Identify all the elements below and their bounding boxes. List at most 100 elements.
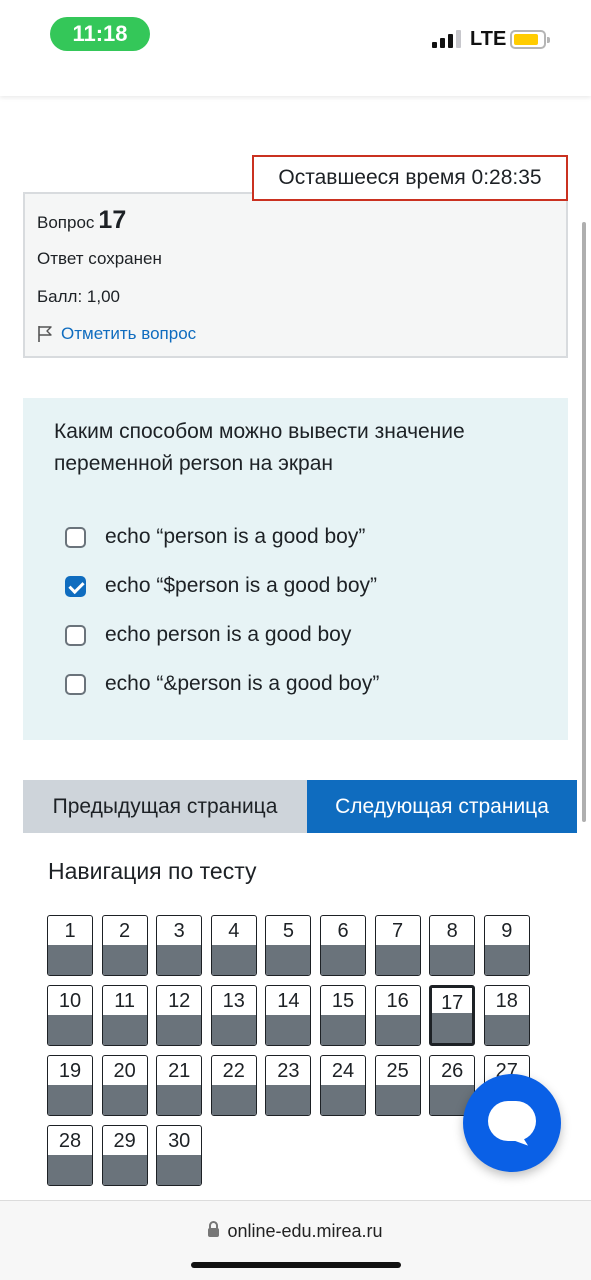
quiz-nav-number: 2 bbox=[119, 920, 131, 942]
quiz-nav-button-14[interactable]: 14 bbox=[265, 985, 312, 1046]
browser-url-bar[interactable]: online-edu.mirea.ru bbox=[0, 1200, 591, 1280]
answer-checkbox[interactable] bbox=[65, 624, 86, 646]
answer-label: echo “person is a good boy” bbox=[105, 525, 366, 548]
quiz-nav-number: 12 bbox=[168, 990, 191, 1012]
quiz-nav-button-12[interactable]: 12 bbox=[156, 985, 203, 1046]
quiz-nav-number: 4 bbox=[228, 920, 240, 942]
question-card: Каким способом можно вывести значение пе… bbox=[23, 398, 568, 740]
quiz-nav-button-21[interactable]: 21 bbox=[156, 1055, 203, 1116]
quiz-nav-number: 29 bbox=[113, 1130, 136, 1152]
answered-indicator bbox=[484, 945, 529, 975]
quiz-navigation-grid: 1 2 3 4 5 6 7 8 9 10 11 12 13 14 15 16 17 18 19 20 21 22 23 24 2… bbox=[47, 915, 537, 1186]
answer-option[interactable]: echo “$person is a good boy” bbox=[65, 571, 377, 601]
quiz-nav-number: 14 bbox=[277, 990, 300, 1012]
quiz-nav-button-18[interactable]: 18 bbox=[483, 985, 530, 1046]
quiz-nav-number: 11 bbox=[114, 990, 135, 1012]
quiz-nav-number: 13 bbox=[222, 990, 245, 1012]
answered-indicator bbox=[211, 945, 256, 975]
quiz-nav-button-28[interactable]: 28 bbox=[47, 1125, 93, 1186]
question-label-text: Вопрос bbox=[37, 213, 95, 232]
quiz-nav-number: 24 bbox=[331, 1060, 355, 1082]
quiz-nav-number: 30 bbox=[168, 1130, 191, 1152]
answered-indicator bbox=[432, 1013, 473, 1043]
signal-icon bbox=[432, 30, 462, 48]
quiz-nav-button-22[interactable]: 22 bbox=[210, 1055, 257, 1116]
quiz-nav-button-10[interactable]: 10 bbox=[47, 985, 93, 1046]
quiz-nav-button-8[interactable]: 8 bbox=[429, 915, 476, 976]
quiz-nav-button-29[interactable]: 29 bbox=[101, 1125, 148, 1186]
answer-option[interactable]: echo “person is a good boy” bbox=[65, 522, 365, 552]
quiz-nav-number: 3 bbox=[173, 920, 185, 942]
answered-indicator bbox=[211, 1085, 256, 1115]
answer-option[interactable]: echo person is a good boy bbox=[65, 620, 351, 650]
question-number: 17 bbox=[98, 206, 127, 234]
battery-icon bbox=[510, 30, 550, 49]
answer-option[interactable]: echo “&person is a good boy” bbox=[65, 669, 379, 699]
quiz-nav-button-30[interactable]: 30 bbox=[156, 1125, 203, 1186]
answer-label: echo “$person is a good boy” bbox=[105, 574, 378, 597]
quiz-nav-number: 9 bbox=[501, 920, 513, 942]
answered-indicator bbox=[321, 1015, 365, 1045]
answered-indicator bbox=[266, 1015, 311, 1045]
quiz-nav-button-1[interactable]: 1 bbox=[47, 915, 93, 976]
answer-checkbox-checked[interactable] bbox=[65, 575, 86, 597]
quiz-nav-number: 1 bbox=[64, 920, 76, 942]
quiz-nav-button-23[interactable]: 23 bbox=[265, 1055, 312, 1116]
answer-label: echo “&person is a good boy” bbox=[105, 672, 380, 695]
quiz-nav-number: 26 bbox=[441, 1060, 464, 1082]
quiz-nav-button-25[interactable]: 25 bbox=[374, 1055, 421, 1116]
answered-indicator bbox=[157, 1085, 202, 1115]
quiz-nav-number: 22 bbox=[222, 1060, 245, 1082]
quiz-nav-button-13[interactable]: 13 bbox=[210, 985, 257, 1046]
quiz-nav-button-16[interactable]: 16 bbox=[374, 985, 421, 1046]
flag-question-link[interactable]: Отметить вопрос bbox=[37, 324, 196, 344]
quiz-nav-number: 21 bbox=[168, 1060, 191, 1082]
quiz-nav-button-15[interactable]: 15 bbox=[320, 985, 366, 1046]
answered-indicator bbox=[48, 1085, 92, 1115]
answered-indicator bbox=[157, 1015, 202, 1045]
quiz-nav-number: 28 bbox=[58, 1130, 82, 1152]
answered-indicator bbox=[102, 1085, 147, 1115]
quiz-navigation-title: Навигация по тесту bbox=[48, 858, 257, 884]
quiz-nav-number: 23 bbox=[277, 1060, 300, 1082]
quiz-nav-button-9[interactable]: 9 bbox=[483, 915, 530, 976]
chat-button[interactable] bbox=[463, 1074, 561, 1172]
answer-checkbox[interactable] bbox=[65, 526, 86, 548]
question-label: Вопрос 17 bbox=[37, 206, 126, 235]
quiz-nav-button-4[interactable]: 4 bbox=[210, 915, 257, 976]
quiz-nav-button-20[interactable]: 20 bbox=[101, 1055, 148, 1116]
quiz-nav-button-7[interactable]: 7 bbox=[374, 915, 421, 976]
status-time: 11:18 bbox=[50, 17, 150, 51]
answered-indicator bbox=[48, 1015, 92, 1045]
quiz-nav-number: 18 bbox=[495, 990, 518, 1012]
answered-indicator bbox=[266, 945, 311, 975]
answered-indicator bbox=[321, 945, 365, 975]
quiz-nav-button-3[interactable]: 3 bbox=[156, 915, 203, 976]
network-label: LTE bbox=[470, 28, 507, 50]
answer-checkbox[interactable] bbox=[65, 673, 86, 695]
flag-question-label: Отметить вопрос bbox=[61, 324, 197, 343]
quiz-nav-number: 6 bbox=[337, 920, 349, 942]
quiz-nav-button-6[interactable]: 6 bbox=[320, 915, 366, 976]
answered-indicator bbox=[48, 1155, 92, 1185]
answered-indicator bbox=[211, 1015, 256, 1045]
quiz-nav-number: 7 bbox=[392, 920, 404, 942]
quiz-nav-number: 8 bbox=[446, 920, 458, 942]
answered-indicator bbox=[48, 945, 92, 975]
quiz-nav-number: 25 bbox=[386, 1060, 409, 1082]
quiz-nav-button-11[interactable]: 11 bbox=[101, 985, 148, 1046]
quiz-nav-button-2[interactable]: 2 bbox=[101, 915, 148, 976]
answered-indicator bbox=[430, 945, 475, 975]
previous-page-button[interactable]: Предыдущая страница bbox=[23, 780, 307, 833]
quiz-nav-number: 15 bbox=[331, 990, 355, 1012]
answered-indicator bbox=[375, 945, 420, 975]
answered-indicator bbox=[266, 1085, 311, 1115]
quiz-nav-button-19[interactable]: 19 bbox=[47, 1055, 93, 1116]
quiz-nav-button-5[interactable]: 5 bbox=[265, 915, 312, 976]
quiz-nav-button-17[interactable]: 17 bbox=[429, 985, 476, 1046]
scrollbar[interactable] bbox=[582, 222, 586, 822]
home-indicator bbox=[191, 1262, 401, 1268]
quiz-nav-button-24[interactable]: 24 bbox=[320, 1055, 366, 1116]
next-page-button[interactable]: Следующая страница bbox=[307, 780, 577, 833]
quiz-nav-number: 10 bbox=[58, 990, 82, 1012]
